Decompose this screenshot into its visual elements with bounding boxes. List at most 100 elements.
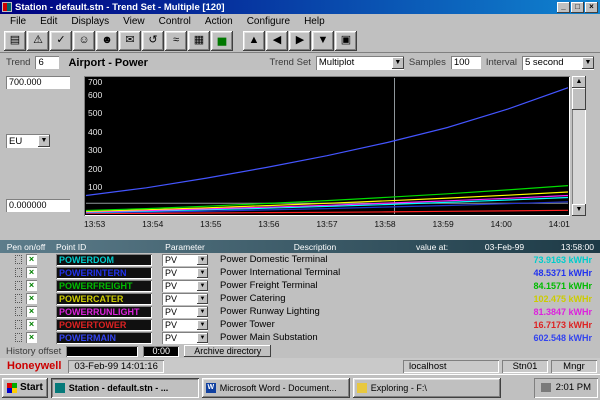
trend-label: Trend <box>6 57 30 68</box>
recall-button[interactable]: ↺ <box>142 31 164 51</box>
maximize-button[interactable]: □ <box>571 2 584 13</box>
point-id[interactable]: POWERMAIN <box>56 332 152 344</box>
parameter-select[interactable]: PV▼ <box>162 319 208 331</box>
row-selector[interactable] <box>15 255 22 264</box>
history-offset-field[interactable] <box>66 346 138 357</box>
taskbar-item-explorer[interactable]: Exploring - F:\ <box>353 378 501 398</box>
menu-file[interactable]: File <box>3 15 33 28</box>
pen-checkbox[interactable]: × <box>26 319 37 330</box>
interval-select[interactable]: 5 second ▼ <box>522 56 594 70</box>
start-button[interactable]: Start <box>2 378 48 398</box>
close-button[interactable]: × <box>585 2 598 13</box>
menu-configure[interactable]: Configure <box>240 15 297 28</box>
point-id[interactable]: POWERFREIGHT <box>56 280 152 292</box>
group-display-button[interactable]: ▦ <box>188 31 210 51</box>
scrollbar-thumb[interactable] <box>572 88 586 110</box>
parameter-select[interactable]: PV▼ <box>162 332 208 344</box>
parameter-select[interactable]: PV▼ <box>162 306 208 318</box>
point-description: Power Tower <box>214 319 452 330</box>
parameter-select[interactable]: PV▼ <box>162 293 208 305</box>
acknowledge-button[interactable]: ✓ <box>50 31 72 51</box>
y-scale-min-field[interactable]: 0.000000 <box>6 199 70 212</box>
chevron-down-icon[interactable]: ▼ <box>38 135 50 147</box>
tray-icon <box>541 383 551 392</box>
menu-displays[interactable]: Displays <box>64 15 116 28</box>
chevron-down-icon[interactable]: ▼ <box>197 333 208 343</box>
check-icon: × <box>29 267 34 277</box>
parameter-select[interactable]: PV▼ <box>162 254 208 266</box>
page-down-button[interactable]: ▼ <box>312 31 334 51</box>
taskbar-item-station[interactable]: Station - default.stn - ... <box>51 378 199 398</box>
scroll-down-icon[interactable]: ▼ <box>572 204 586 216</box>
point-id[interactable]: POWERCATER <box>56 293 152 305</box>
associated-display-button[interactable]: ▣ <box>335 31 357 51</box>
point-id[interactable]: POWERTOWER <box>56 319 152 331</box>
windows-logo-icon <box>7 383 17 393</box>
trend-plot[interactable]: 700 600 500 400 300 200 100 <box>84 76 570 216</box>
row-selector[interactable] <box>15 320 22 329</box>
point-description: Power Freight Terminal <box>214 280 452 291</box>
row-selector[interactable] <box>15 268 22 277</box>
menu-control[interactable]: Control <box>152 15 198 28</box>
check-icon: × <box>29 280 34 290</box>
trend-button[interactable]: ≈ <box>165 31 187 51</box>
point-id[interactable]: POWERDOM <box>56 254 152 266</box>
arrow-right-icon: ▶ <box>296 34 304 46</box>
x-tick: 14:01 <box>549 219 570 229</box>
pen-checkbox[interactable]: × <box>26 254 37 265</box>
trend-number-field[interactable]: 6 <box>35 56 59 69</box>
minimize-button[interactable]: _ <box>557 2 570 13</box>
x-axis: 13:53 13:54 13:55 13:56 13:57 13:58 13:5… <box>84 219 570 229</box>
print-button[interactable]: ▤ <box>4 31 26 51</box>
scroll-up-icon[interactable]: ▲ <box>572 76 586 88</box>
menu-action[interactable]: Action <box>198 15 240 28</box>
clock: 2:01 PM <box>556 382 591 393</box>
parameter-select[interactable]: PV▼ <box>162 267 208 279</box>
pen-checkbox[interactable]: × <box>26 332 37 343</box>
chevron-down-icon[interactable]: ▼ <box>197 294 208 304</box>
point-id[interactable]: POWERRUNLIGHT <box>56 306 152 318</box>
point-id[interactable]: POWERINTERN <box>56 267 152 279</box>
chart-scrollbar[interactable]: ▲ ▼ <box>572 76 586 216</box>
chevron-down-icon[interactable]: ▼ <box>392 57 404 69</box>
x-tick: 13:58 <box>374 219 395 229</box>
trend-set-select[interactable]: Multiplot ▼ <box>316 56 404 70</box>
pen-checkbox[interactable]: × <box>26 293 37 304</box>
alarm-button[interactable]: ⚠ <box>27 31 49 51</box>
pen-table: × POWERDOM PV▼ Power Domestic Terminal 7… <box>0 253 600 344</box>
page-up-button[interactable]: ▲ <box>243 31 265 51</box>
menu-view[interactable]: View <box>116 15 152 28</box>
eu-label: EU <box>9 136 22 147</box>
chevron-down-icon[interactable]: ▼ <box>197 281 208 291</box>
taskbar-item-word[interactable]: W Microsoft Word - Document... <box>202 378 350 398</box>
chevron-down-icon[interactable]: ▼ <box>582 57 594 69</box>
row-selector[interactable] <box>15 294 22 303</box>
message-button[interactable]: ✉ <box>119 31 141 51</box>
engineer-button[interactable]: ☻ <box>96 31 118 51</box>
pen-checkbox[interactable]: × <box>26 306 37 317</box>
chevron-down-icon[interactable]: ▼ <box>197 268 208 278</box>
operator-button[interactable]: ☺ <box>73 31 95 51</box>
parameter-select[interactable]: PV▼ <box>162 280 208 292</box>
pen-checkbox[interactable]: × <box>26 267 37 278</box>
page-forward-button[interactable]: ▶ <box>289 31 311 51</box>
eu-select[interactable]: EU ▼ <box>6 134 50 148</box>
row-selector[interactable] <box>15 333 22 342</box>
acknowledge-icon: ✓ <box>56 34 65 46</box>
samples-field[interactable]: 100 <box>451 56 481 69</box>
window-title: Station - default.stn - Trend Set - Mult… <box>15 2 225 13</box>
archive-directory-button[interactable]: Archive directory <box>184 345 271 357</box>
pen-checkbox[interactable]: × <box>26 280 37 291</box>
row-selector[interactable] <box>15 281 22 290</box>
chevron-down-icon[interactable]: ▼ <box>197 307 208 317</box>
chevron-down-icon[interactable]: ▼ <box>197 255 208 265</box>
bar-chart-button[interactable]: ▅ <box>211 31 233 51</box>
page-back-button[interactable]: ◀ <box>266 31 288 51</box>
chevron-down-icon[interactable]: ▼ <box>197 320 208 330</box>
check-icon: × <box>29 293 34 303</box>
history-offset-value[interactable]: 0:00 <box>143 346 179 357</box>
menu-edit[interactable]: Edit <box>33 15 64 28</box>
y-scale-max-field[interactable]: 700.000 <box>6 76 70 89</box>
menu-help[interactable]: Help <box>297 15 332 28</box>
row-selector[interactable] <box>15 307 22 316</box>
